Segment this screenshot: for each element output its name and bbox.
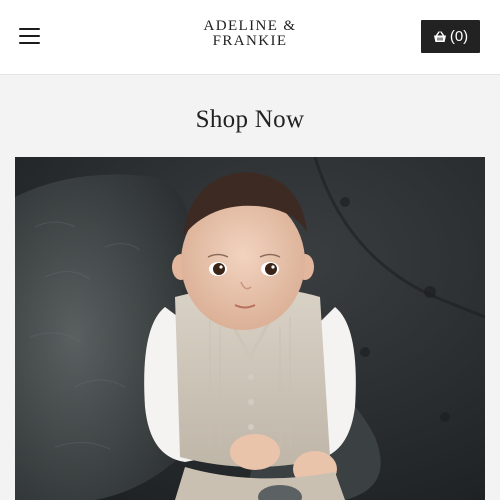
hero-illustration — [15, 157, 485, 500]
cart-count: (0) — [449, 28, 469, 45]
logo-line-2: FRANKIE — [212, 33, 288, 49]
basket-icon — [433, 30, 446, 42]
hamburger-menu-icon[interactable] — [19, 27, 41, 45]
site-logo[interactable]: ADELINE & FRANKIE — [150, 19, 350, 49]
cart-button[interactable]: (0) — [421, 20, 480, 53]
site-header: ADELINE & FRANKIE (0) — [0, 0, 500, 75]
hero-photo[interactable] — [15, 157, 485, 500]
page-title: Shop Now — [195, 106, 305, 133]
logo-line-1: ADELINE & — [203, 18, 297, 34]
